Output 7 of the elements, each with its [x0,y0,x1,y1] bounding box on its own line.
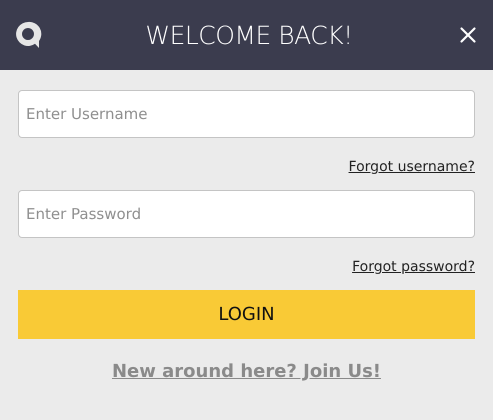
forgot-link[interactable]: Forgot password? [352,259,475,275]
chat-logo-icon [13,20,43,50]
window-title: WELCOME BACK! [145,20,353,50]
input-field[interactable]: Enter Password [18,190,475,238]
input-field[interactable]: Enter Username [18,90,475,138]
login-button[interactable]: LOGIN [18,290,475,339]
forgot-link[interactable]: Forgot username? [348,159,475,175]
